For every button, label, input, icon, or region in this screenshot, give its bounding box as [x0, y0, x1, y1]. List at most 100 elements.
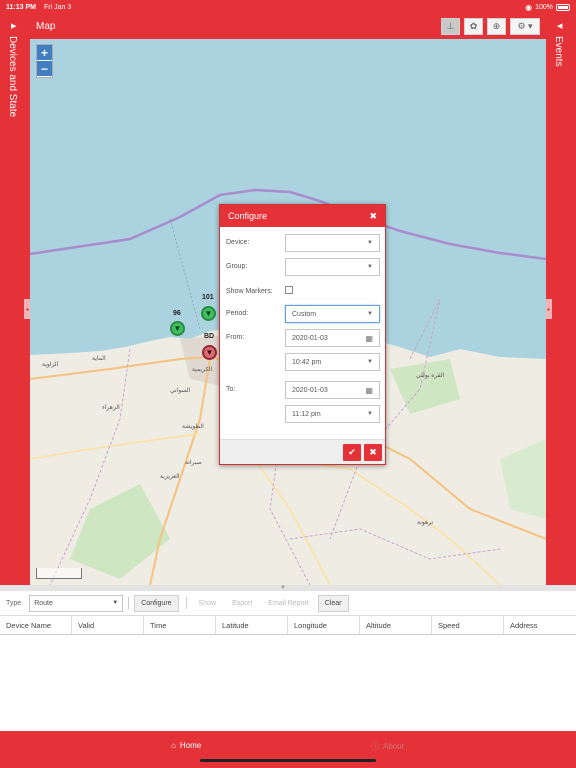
show-markers-row: Show Markers:: [220, 283, 385, 301]
period-value: Custom: [292, 310, 317, 318]
map-place-label: الكريمية: [192, 367, 213, 373]
to-label: To:: [226, 386, 236, 393]
from-time-row: 10:42 pm ▼: [220, 353, 385, 371]
period-select[interactable]: Custom ▼: [285, 305, 380, 323]
calendar-icon[interactable]: ▦: [365, 386, 373, 395]
device-row: Device: ▼: [220, 234, 385, 252]
clear-button[interactable]: Clear: [317, 594, 349, 612]
tab-home[interactable]: ⌂ Home: [171, 741, 201, 750]
tab-home-label: Home: [179, 741, 202, 750]
map-header: Map ⊥ ✿ ⊕ ⚙ ▾: [30, 14, 546, 39]
show-button[interactable]: Show: [192, 595, 224, 612]
from-date-row: From: 2020-01-03 ▦: [220, 329, 385, 347]
tab-about[interactable]: ⓘ About: [371, 741, 404, 752]
status-date: Fri Jan 3: [43, 3, 72, 11]
map-place-label: الماية: [92, 356, 106, 362]
column-valid[interactable]: Valid: [72, 616, 144, 634]
car-marker-icon[interactable]: ▼: [201, 306, 216, 321]
from-time-select[interactable]: 10:42 pm ▼: [285, 353, 380, 371]
dialog-footer: ✔ ✖: [220, 439, 385, 464]
map-place-label: الطويشة: [182, 424, 204, 430]
email-report-button[interactable]: Email Report: [261, 595, 315, 612]
chevron-down-icon: ▼: [367, 359, 373, 365]
to-time-row: 11:12 pm ▼: [220, 405, 385, 423]
car-marker-icon[interactable]: ▼: [170, 321, 185, 336]
map-tools: ⊥ ✿ ⊕ ⚙ ▾: [441, 18, 540, 35]
column-time[interactable]: Time: [144, 616, 216, 634]
configure-button[interactable]: Configure: [134, 594, 179, 612]
zoom-control: + −: [36, 44, 53, 78]
chevron-down-icon: ▼: [367, 411, 373, 417]
period-row: Period: Custom ▼: [220, 305, 385, 323]
car-marker-icon[interactable]: ▼: [202, 345, 217, 360]
from-date-field[interactable]: 2020-01-03 ▦: [285, 329, 380, 347]
locate-icon[interactable]: ⊕: [487, 18, 506, 35]
zoom-out-button[interactable]: −: [37, 61, 52, 77]
type-value: Route: [34, 599, 53, 607]
devices-panel[interactable]: ▶ Devices and State ◂: [0, 14, 30, 587]
cancel-close-icon[interactable]: ✖: [364, 444, 382, 461]
type-select[interactable]: Route ▼: [29, 594, 124, 612]
map-title: Map: [36, 21, 56, 32]
chevron-down-icon: ▼: [367, 240, 373, 246]
device-select[interactable]: ▼: [285, 234, 380, 252]
to-date-row: To: 2020-01-03 ▦: [220, 381, 385, 399]
paw-icon[interactable]: ✿: [464, 18, 483, 35]
column-device-name[interactable]: Device Name: [0, 616, 72, 634]
map-place-label: ترهونة: [417, 520, 434, 526]
settings-gear-icon[interactable]: ⚙ ▾: [510, 18, 540, 35]
calendar-icon[interactable]: ▦: [365, 334, 373, 343]
dialog-header: Configure ✖: [220, 205, 385, 227]
confirm-check-icon[interactable]: ✔: [343, 444, 361, 461]
group-select[interactable]: ▼: [285, 258, 380, 276]
events-panel-title: Events: [553, 36, 564, 67]
status-bar: 11:13 PM Fri Jan 3 ◉ 100%: [0, 0, 576, 14]
column-speed[interactable]: Speed: [432, 616, 504, 634]
report-toolbar: Type Route ▼ Configure Show Export Email…: [0, 591, 576, 615]
to-time-value: 11:12 pm: [292, 410, 321, 418]
chevron-down-icon: ▼: [112, 600, 119, 606]
expand-arrow-icon[interactable]: ▶: [11, 22, 16, 30]
type-label: Type: [6, 599, 22, 607]
tab-bar: ⌂ Home ⓘ About: [0, 731, 576, 768]
expand-arrow-icon[interactable]: ◀: [557, 22, 562, 30]
status-time: 11:13 PM: [6, 3, 36, 11]
map-place-label: القره بوللي: [416, 373, 445, 379]
group-row: Group: ▼: [220, 258, 385, 276]
toolbar-separator: [128, 597, 130, 609]
marker-label: 101: [202, 294, 214, 301]
column-latitude[interactable]: Latitude: [216, 616, 288, 634]
zoom-in-button[interactable]: +: [37, 45, 52, 61]
configure-dialog: Configure ✖ Device: ▼ Group: ▼ Show Mark…: [219, 204, 386, 465]
export-button[interactable]: Export: [225, 595, 259, 612]
map-place-label: صبراتة: [185, 460, 202, 466]
dialog-body: Device: ▼ Group: ▼ Show Markers: Period:…: [220, 227, 385, 441]
to-date-field[interactable]: 2020-01-03 ▦: [285, 381, 380, 399]
collapse-handle-icon[interactable]: ▸: [546, 299, 552, 319]
report-table-header: Device Name Valid Time Latitude Longitud…: [0, 615, 576, 635]
to-date-value: 2020-01-03: [292, 386, 328, 394]
home-indicator: [200, 759, 376, 762]
map-scale-bar: [36, 568, 82, 579]
report-table-body: [0, 635, 576, 731]
from-time-value: 10:42 pm: [292, 358, 322, 366]
events-panel[interactable]: ◀ Events ▸: [546, 14, 576, 587]
toolbar-separator: [185, 597, 187, 609]
show-markers-checkbox[interactable]: [285, 286, 293, 294]
column-altitude[interactable]: Altitude: [360, 616, 432, 634]
column-address[interactable]: Address: [504, 616, 576, 634]
show-markers-label: Show Markers:: [226, 288, 273, 295]
marker-label: BD: [204, 333, 215, 340]
battery-icon: [556, 3, 570, 11]
group-label: Group:: [226, 263, 248, 270]
follow-icon[interactable]: ⊥: [441, 18, 460, 35]
chevron-down-icon: ▼: [367, 311, 373, 317]
column-longitude[interactable]: Longitude: [288, 616, 360, 634]
map-place-label: العزيزية: [160, 474, 180, 480]
close-icon[interactable]: ✖: [369, 211, 377, 222]
period-label: Period:: [226, 310, 249, 317]
dialog-title: Configure: [228, 211, 268, 221]
to-time-select[interactable]: 11:12 pm ▼: [285, 405, 380, 423]
map-place-label: الزاوية: [42, 362, 59, 368]
map-place-label: السواني: [170, 388, 191, 394]
